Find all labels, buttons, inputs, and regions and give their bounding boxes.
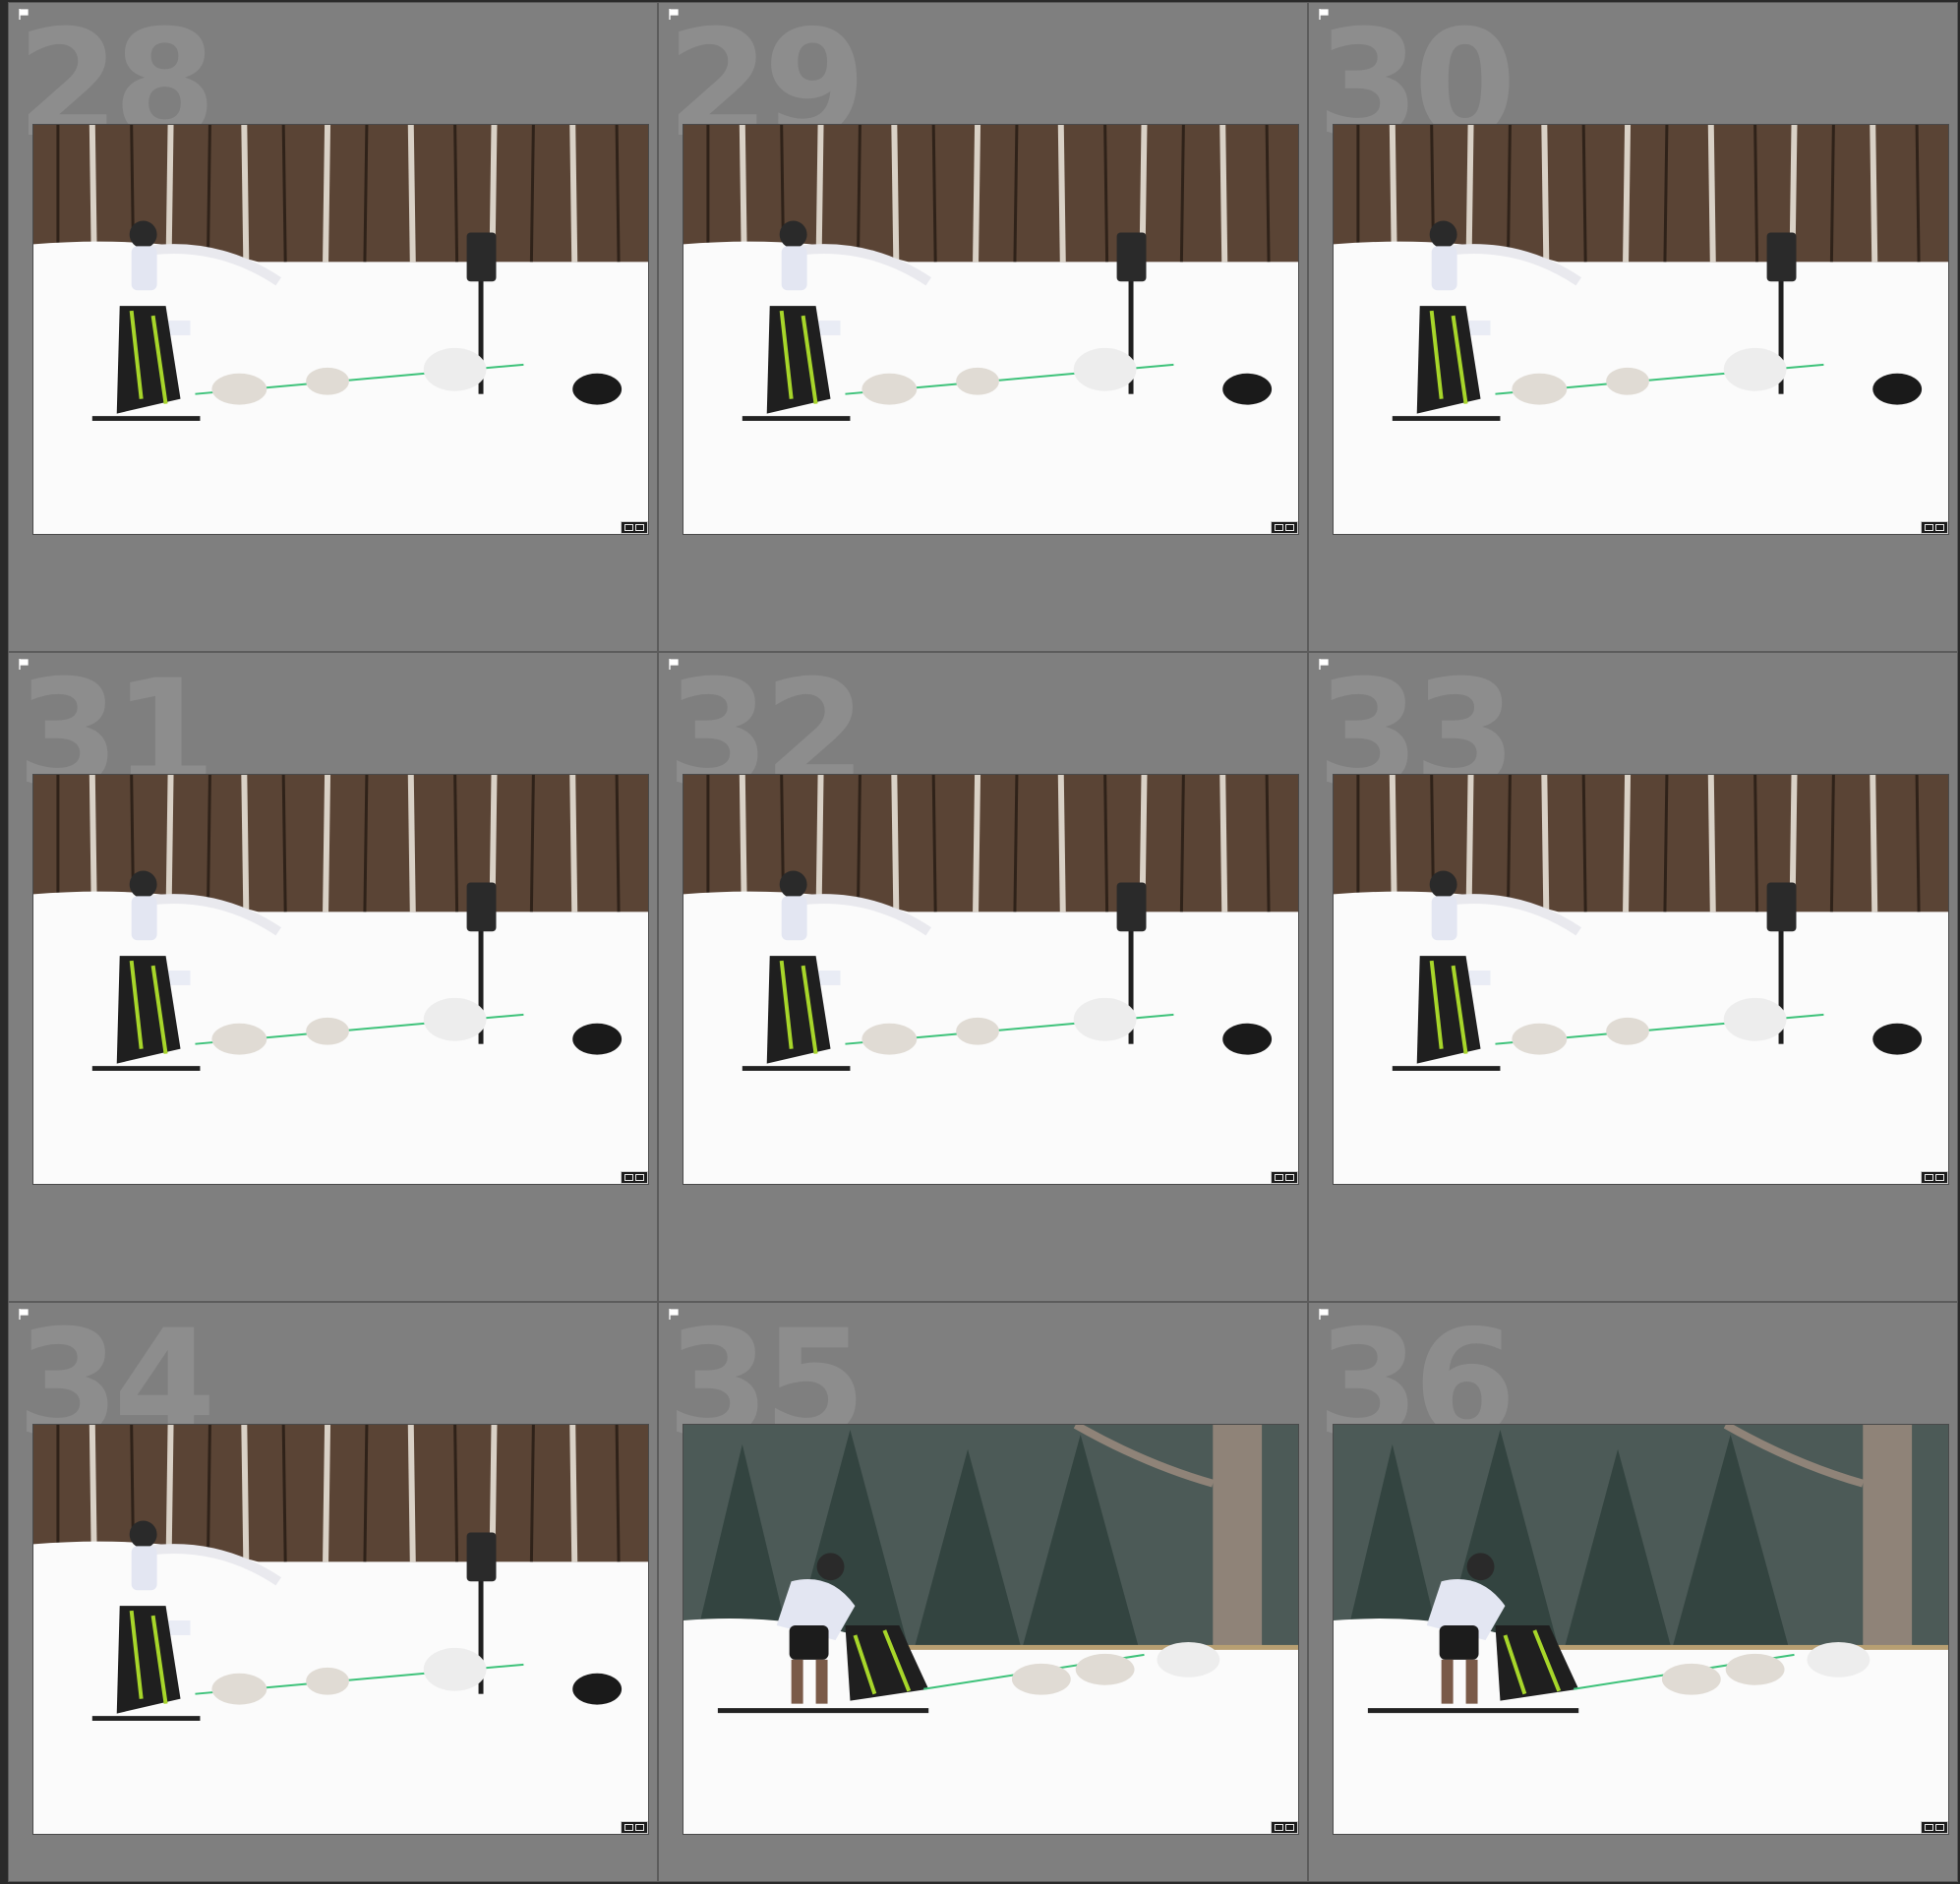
grid-cell[interactable]: 30 [1308,2,1958,652]
edit-pencil-icon [1285,1824,1294,1831]
grid-cell[interactable]: 32 [658,652,1308,1302]
flag-icon[interactable] [1319,9,1330,20]
stack-icon [1925,524,1933,531]
grid-cell[interactable]: 35 [658,1302,1308,1882]
flag-icon[interactable] [19,9,30,20]
forest-photo [683,775,1298,1184]
forest-photo [1334,125,1948,534]
edit-pencil-icon [1285,524,1294,531]
photo-thumbnail[interactable] [32,124,649,535]
spruce-photo [683,1425,1298,1834]
stack-icon [1925,1174,1933,1181]
edit-badge-icon[interactable] [1271,1171,1298,1184]
edit-badge-icon[interactable] [621,521,648,534]
edit-badge-icon[interactable] [1921,521,1948,534]
photo-thumbnail[interactable] [32,774,649,1185]
stack-icon [1275,1174,1283,1181]
edit-badge-icon[interactable] [1271,1821,1298,1834]
stack-icon [1275,1824,1283,1831]
edit-pencil-icon [635,1174,644,1181]
edit-pencil-icon [1935,524,1944,531]
stack-icon [624,1174,633,1181]
flag-icon[interactable] [19,1309,30,1320]
photo-thumbnail[interactable] [1333,124,1949,535]
edit-badge-icon[interactable] [1921,1171,1948,1184]
photo-thumbnail[interactable] [683,774,1299,1185]
photo-thumbnail[interactable] [683,1424,1299,1835]
flag-icon[interactable] [669,9,680,20]
edit-pencil-icon [1285,1174,1294,1181]
photo-thumbnail[interactable] [1333,1424,1949,1835]
forest-photo [1334,775,1948,1184]
photo-thumbnail[interactable] [32,1424,649,1835]
forest-photo [33,775,648,1184]
flag-icon[interactable] [669,659,680,670]
spruce-photo [1334,1425,1948,1834]
forest-photo [683,125,1298,534]
photo-thumbnail[interactable] [683,124,1299,535]
stack-icon [1275,524,1283,531]
stack-icon [624,524,633,531]
edit-badge-icon[interactable] [1271,521,1298,534]
grid-cell[interactable]: 34 [8,1302,658,1882]
flag-icon[interactable] [669,1309,680,1320]
edit-pencil-icon [635,1824,644,1831]
edit-pencil-icon [635,524,644,531]
edit-pencil-icon [1935,1824,1944,1831]
forest-photo [33,1425,648,1834]
edit-badge-icon[interactable] [1921,1821,1948,1834]
flag-icon[interactable] [1319,659,1330,670]
stack-icon [1925,1824,1933,1831]
stack-icon [624,1824,633,1831]
edit-badge-icon[interactable] [621,1171,648,1184]
flag-icon[interactable] [19,659,30,670]
photo-thumbnail[interactable] [1333,774,1949,1185]
grid-cell[interactable]: 28 [8,2,658,652]
grid-cell[interactable]: 33 [1308,652,1958,1302]
edit-badge-icon[interactable] [621,1821,648,1834]
flag-icon[interactable] [1319,1309,1330,1320]
grid-cell[interactable]: 29 [658,2,1308,652]
photo-grid: 28 29 30 31 32 33 34 35 36 [0,0,1960,1884]
grid-cell[interactable]: 31 [8,652,658,1302]
edit-pencil-icon [1935,1174,1944,1181]
grid-cell[interactable]: 36 [1308,1302,1958,1882]
forest-photo [33,125,648,534]
